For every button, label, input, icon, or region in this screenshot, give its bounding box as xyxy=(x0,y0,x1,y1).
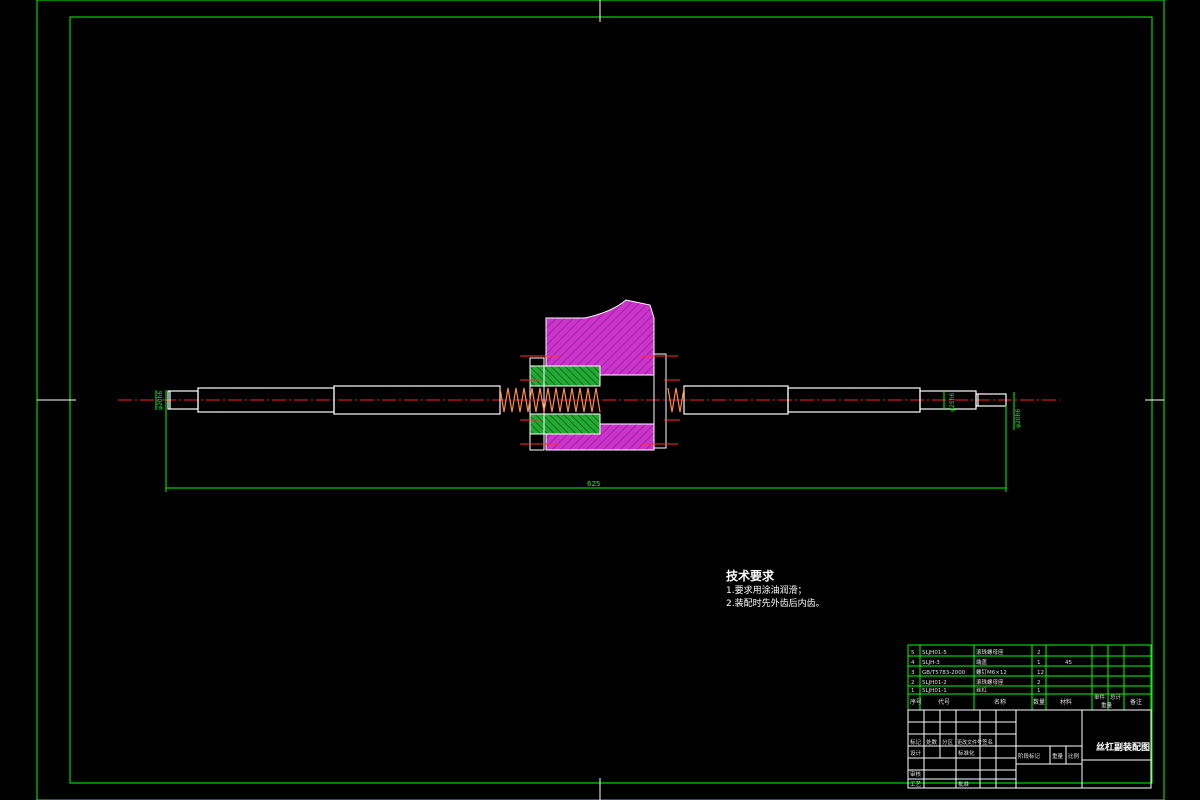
ball-nut-bottom xyxy=(529,413,601,435)
tb-zone: 分区 xyxy=(942,738,954,746)
diameter-dim-right: φ20h6 xyxy=(1015,409,1022,428)
parts-row-no: 1 xyxy=(911,688,915,694)
parts-row-qty: 2 xyxy=(1037,680,1041,686)
parts-header-qty: 数量 xyxy=(1033,698,1045,706)
parts-header-unit: 单件 xyxy=(1094,693,1106,701)
parts-row-code: SLJH-3 xyxy=(922,660,940,666)
end-cap xyxy=(653,353,667,449)
parts-row-no: 2 xyxy=(911,680,915,686)
parts-row-no: 3 xyxy=(911,670,915,676)
title-block: 标记 处数 分区 更改文件号 签名 设计 标准化 审核 工艺 批准 阶段标记 重… xyxy=(907,709,1152,789)
tech-requirement-1: 1.要求用涂油润滑； xyxy=(726,584,807,596)
tb-review: 审核 xyxy=(910,770,922,778)
tech-requirement-2: 2.装配时先外齿后内齿。 xyxy=(726,597,825,609)
tb-approve: 批准 xyxy=(958,780,970,788)
parts-row-code: GB/T5783-2000 xyxy=(922,670,966,676)
tb-craft: 工艺 xyxy=(910,781,922,788)
parts-row-name: 丝杠 xyxy=(976,686,988,694)
diameter-dim-middle: φ25h6 xyxy=(949,393,956,412)
parts-row-qty: 12 xyxy=(1037,670,1044,676)
tb-count: 处数 xyxy=(926,738,938,746)
parts-header-code: 代号 xyxy=(938,698,950,706)
parts-row-qty: 2 xyxy=(1037,650,1041,656)
tb-standardize: 标准化 xyxy=(958,749,975,757)
parts-header-name: 名称 xyxy=(994,698,1006,706)
parts-row-no: 5 xyxy=(911,650,915,656)
parts-header-material: 材料 xyxy=(1060,698,1072,706)
parts-row-code: SLJH01-1 xyxy=(922,688,947,694)
parts-header-weight: 重量 xyxy=(1101,701,1113,709)
tech-requirements-heading: 技术要求 xyxy=(726,568,775,583)
drawing-title: 丝杠副装配图 xyxy=(1096,741,1150,753)
parts-row-material: 45 xyxy=(1065,660,1072,666)
overall-length-dim: 625 xyxy=(587,480,600,488)
parts-row-name: 螺钉M6×12 xyxy=(976,668,1007,676)
parts-list: 5 SLJH01-5 滚珠螺母座 2 4 SLJH-3 端盖 1 45 3 GB/T5783-200… xyxy=(907,644,1152,711)
tb-weight: 重量 xyxy=(1052,752,1064,760)
tb-stage-mark: 阶段标记 xyxy=(1018,752,1041,760)
parts-row-qty: 1 xyxy=(1037,688,1041,694)
parts-row-no: 4 xyxy=(911,660,915,666)
parts-row-name: 滚珠螺母座 xyxy=(976,678,1004,686)
tb-scale: 比例 xyxy=(1068,752,1080,760)
parts-header-total: 总计 xyxy=(1110,693,1122,701)
tb-design: 设计 xyxy=(910,749,922,757)
diameter-dim-left: φ20h6 xyxy=(157,391,164,410)
parts-header-seq: 序号 xyxy=(910,698,922,706)
parts-header-remark: 备注 xyxy=(1130,698,1142,706)
ball-nut-top xyxy=(529,365,601,387)
parts-row-code: SLJH01-2 xyxy=(922,680,947,686)
parts-row-name: 端盖 xyxy=(976,658,988,666)
parts-row-name: 滚珠螺母座 xyxy=(976,648,1004,656)
tb-change-doc: 更改文件号 xyxy=(957,739,982,746)
parts-row-code: SLJH01-5 xyxy=(922,650,947,656)
tb-sign: 签名 xyxy=(982,738,993,746)
cad-drawing-canvas[interactable]: 625 φ20h6 φ25h6 φ20h6 技术要求 1.要求用涂油润滑； 2.… xyxy=(0,0,1200,800)
parts-row-qty: 1 xyxy=(1037,660,1041,666)
tb-mark: 标记 xyxy=(910,738,922,746)
housing-section-top xyxy=(545,299,655,376)
